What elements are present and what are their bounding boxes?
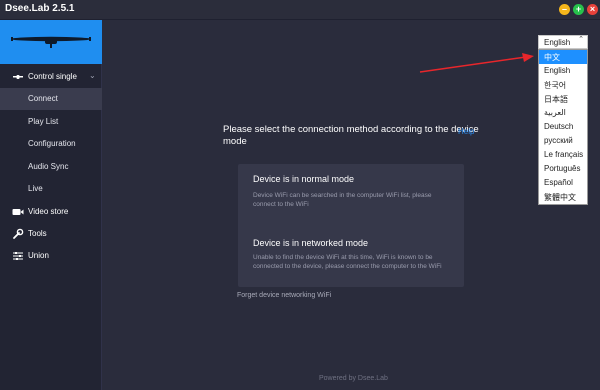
sidebar-item-live[interactable]: Live <box>0 178 102 200</box>
sidebar-item-connect[interactable]: Connect <box>0 88 102 110</box>
sidebar-item-label: Tools <box>28 229 47 238</box>
sidebar-item-label: Union <box>28 251 49 260</box>
language-option[interactable]: Español <box>539 176 587 190</box>
sidebar-group-label: Control single <box>28 72 77 81</box>
sidebar: Control single ⌄ Connect Play List Confi… <box>0 20 102 390</box>
sidebar-item-union[interactable]: Union <box>0 245 102 267</box>
language-select[interactable]: English ⌃ <box>538 35 588 49</box>
sidebar-item-configuration[interactable]: Configuration <box>0 133 102 155</box>
maximize-button[interactable]: + <box>573 4 584 15</box>
language-option[interactable]: العربية <box>539 106 587 120</box>
language-option[interactable]: 繁體中文 <box>539 190 587 204</box>
language-current: English <box>544 38 571 47</box>
forget-wifi-link[interactable]: Forget device networking WiFi <box>237 292 331 299</box>
wrench-icon <box>13 228 24 239</box>
normal-mode-card[interactable]: Device is in normal mode Device WiFi can… <box>238 164 464 232</box>
sidebar-item-video-store[interactable]: Video store <box>0 201 102 223</box>
drone-icon <box>11 36 91 48</box>
minimize-button[interactable]: – <box>559 4 570 15</box>
video-icon <box>12 209 24 215</box>
connection-prompt: Please select the connection method acco… <box>223 124 483 148</box>
title-bar: Dsee.Lab 2.5.1 – + × <box>0 0 600 20</box>
sidebar-item-label: Play List <box>28 117 59 126</box>
red-arrow-annotation <box>419 53 534 73</box>
networked-mode-card[interactable]: Device is in networked mode Unable to fi… <box>238 229 464 287</box>
sliders-icon <box>13 252 23 260</box>
prompt-text: Please select the connection method acco… <box>223 124 479 147</box>
help-link[interactable]: Help <box>458 126 474 138</box>
sidebar-item-label: Video store <box>28 207 69 216</box>
sidebar-item-label: Connect <box>28 94 58 103</box>
app-title: Dsee.Lab 2.5.1 <box>5 3 75 14</box>
sidebar-item-tools[interactable]: Tools <box>0 223 102 245</box>
drone-small-icon <box>13 75 23 79</box>
chevron-down-icon: ⌄ <box>89 71 96 80</box>
language-option[interactable]: 日本語 <box>539 92 587 106</box>
language-option[interactable]: Le français <box>539 148 587 162</box>
close-button[interactable]: × <box>587 4 598 15</box>
language-option[interactable]: 中文 <box>539 50 587 64</box>
language-option[interactable]: Deutsch <box>539 120 587 134</box>
language-option[interactable]: 한국어 <box>539 78 587 92</box>
chevron-up-icon: ⌃ <box>578 36 584 43</box>
language-dropdown: 中文 English 한국어 日本語 العربية Deutsch русск… <box>538 49 588 205</box>
card-title: Device is in normal mode <box>253 174 355 184</box>
card-title: Device is in networked mode <box>253 238 369 248</box>
sidebar-group-control-single[interactable]: Control single ⌄ <box>0 66 102 88</box>
language-option[interactable]: русский <box>539 134 587 148</box>
card-description: Device WiFi can be searched in the compu… <box>253 192 432 208</box>
sidebar-item-audio-sync[interactable]: Audio Sync <box>0 156 102 178</box>
footer-credit: Powered by Dsee.Lab <box>319 375 388 382</box>
sidebar-item-play-list[interactable]: Play List <box>0 111 102 133</box>
card-description: Unable to find the device WiFi at this t… <box>253 254 442 270</box>
language-option[interactable]: Português <box>539 162 587 176</box>
sidebar-item-label: Live <box>28 184 43 193</box>
language-option[interactable]: English <box>539 64 587 78</box>
drone-banner <box>0 20 102 64</box>
sidebar-item-label: Configuration <box>28 139 76 148</box>
sidebar-item-label: Audio Sync <box>28 162 69 171</box>
